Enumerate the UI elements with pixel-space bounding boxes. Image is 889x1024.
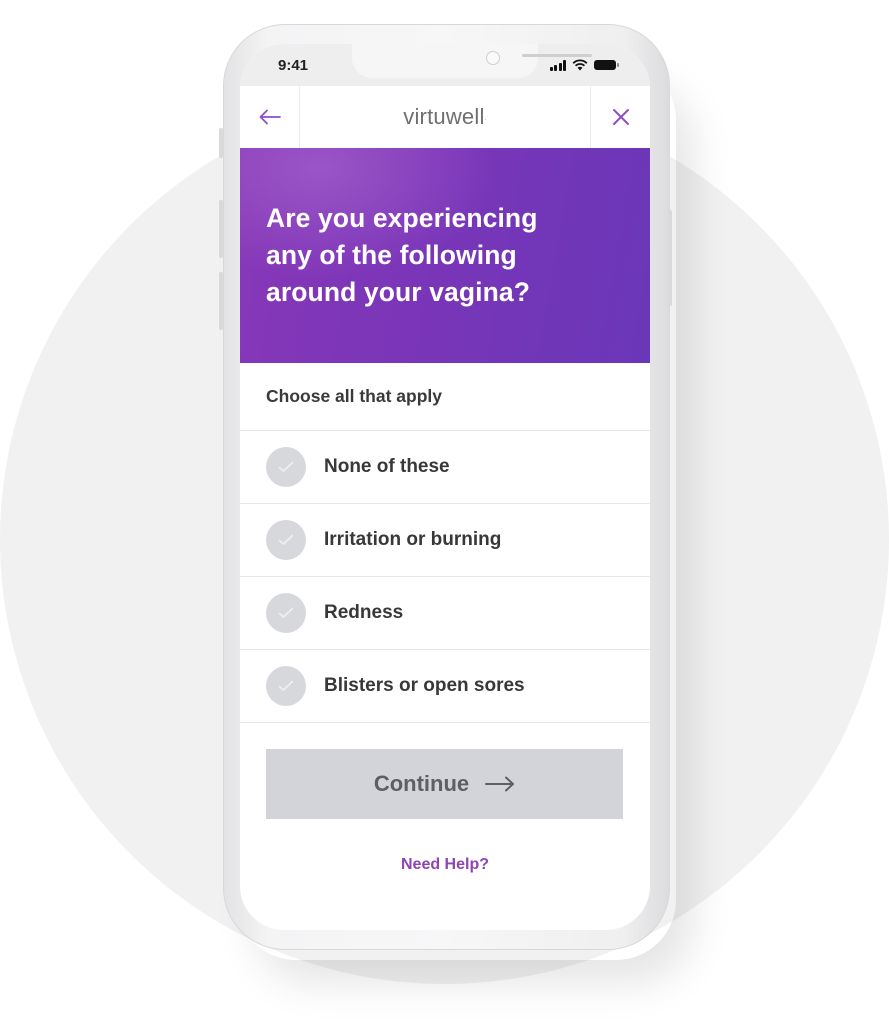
close-x-icon [612, 109, 629, 125]
arrow-left-icon [259, 109, 281, 125]
checkbox-icon[interactable] [266, 520, 306, 560]
option-label: Redness [324, 602, 404, 623]
option-none-of-these[interactable]: None of these [240, 431, 650, 504]
logo-text: virtuwell [403, 104, 485, 129]
checkmark-icon [278, 534, 294, 545]
option-label: Irritation or burning [324, 529, 502, 550]
option-irritation-or-burning[interactable]: Irritation or burning [240, 504, 650, 577]
question-header: Are you experiencing any of the followin… [240, 148, 650, 363]
status-icons [549, 59, 619, 71]
status-bar: 9:41 [240, 44, 650, 86]
wifi-icon [572, 59, 588, 71]
continue-label: Continue [373, 771, 470, 796]
option-blisters-or-open-sores[interactable]: Blisters or open sores [240, 650, 650, 723]
status-time: 9:41 [278, 57, 309, 74]
checkmark-icon [278, 607, 294, 618]
checkbox-icon[interactable] [266, 593, 306, 633]
option-redness[interactable]: Redness [240, 577, 650, 650]
need-help-link[interactable]: Need Help? [240, 856, 650, 874]
speaker-grille [522, 54, 592, 57]
checkbox-icon[interactable] [266, 447, 306, 487]
camera-icon [486, 51, 500, 65]
question-title-line: any of the following [266, 240, 517, 270]
question-title-line: Are you experiencing [266, 203, 538, 233]
logo-mark: · [484, 117, 487, 123]
battery-icon [594, 60, 619, 70]
phone-screen: 9:41 virtuwell · Are you experiencing an… [240, 44, 650, 930]
instruction-text: Choose all that apply [240, 363, 650, 431]
close-button[interactable] [590, 86, 650, 148]
question-title-line: around your vagina? [266, 277, 530, 307]
options-list: None of these Irritation or burning Redn… [240, 431, 650, 723]
virtuwell-logo: virtuwell · [300, 86, 590, 148]
option-label: Blisters or open sores [324, 675, 525, 696]
notch [352, 44, 592, 78]
continue-button[interactable]: Continue [266, 749, 623, 819]
back-button[interactable] [240, 86, 300, 148]
cellular-signal-icon [549, 59, 566, 71]
arrow-right-icon [485, 776, 515, 792]
option-label: None of these [324, 456, 450, 477]
nav-bar: virtuwell · [240, 86, 650, 148]
checkbox-icon[interactable] [266, 666, 306, 706]
question-title: Are you experiencing any of the followin… [266, 200, 624, 311]
checkmark-icon [278, 461, 294, 472]
checkmark-icon [278, 680, 294, 691]
